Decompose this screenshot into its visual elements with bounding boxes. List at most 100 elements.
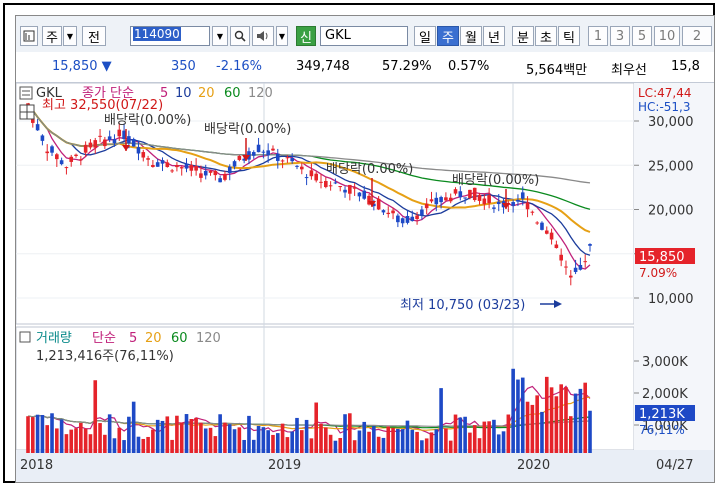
volume-bar — [213, 436, 218, 453]
volume-bar — [146, 436, 150, 453]
volume-bar — [434, 429, 439, 453]
candle-body — [155, 162, 160, 167]
volume-bar — [352, 440, 357, 453]
volume-bar — [280, 423, 285, 453]
volume-bar — [506, 414, 511, 453]
candle-body — [179, 167, 184, 169]
candle-body — [237, 155, 242, 160]
volume-bar — [136, 436, 141, 453]
candle-body — [189, 164, 194, 171]
volume-bar — [568, 416, 573, 453]
period-year-tab[interactable]: 년 — [483, 26, 505, 46]
volume-bar — [122, 440, 126, 453]
volume-bar — [381, 437, 386, 453]
volume-bar — [64, 434, 69, 453]
volume-bar — [35, 414, 40, 453]
volume-bar — [271, 434, 275, 453]
speaker-dropdown-icon[interactable]: ▼ — [276, 26, 288, 46]
volume-bar — [554, 396, 559, 453]
volume-bar — [540, 411, 544, 453]
volume-bar — [112, 438, 117, 453]
price-ma60-label: 60 — [224, 86, 241, 101]
candle-body — [83, 144, 88, 153]
candle-body — [573, 267, 578, 272]
volume-ma5-label: 5 — [129, 331, 137, 346]
volume-bar — [160, 420, 165, 453]
speaker-icon[interactable] — [252, 26, 274, 46]
current-price-tag-text: 15,850 — [639, 250, 685, 265]
volume-bar — [333, 440, 338, 453]
current-price: 15,850 ▼ — [52, 59, 112, 74]
priority-label: 최우선 — [611, 63, 647, 78]
chart-bars-icon — [23, 30, 35, 42]
candle-body — [343, 189, 347, 193]
interval-more-button[interactable]: 2 — [682, 26, 712, 46]
period-minute-tab[interactable]: 분 — [512, 26, 534, 46]
candle-body — [170, 170, 174, 172]
candle-body — [266, 150, 270, 156]
candle-body — [410, 216, 415, 222]
chevron-down-icon[interactable]: ▼ — [63, 26, 77, 46]
volume-bar — [151, 429, 155, 453]
volume-bar — [285, 437, 290, 453]
volume-bar — [83, 428, 88, 453]
candle-body — [588, 244, 592, 246]
period-day-tab[interactable]: 일 — [414, 26, 436, 46]
volume-bar — [444, 428, 448, 453]
volume-bar — [525, 401, 530, 453]
volume-ratio: 57.29% — [382, 59, 432, 74]
volume-bar — [295, 417, 299, 453]
stock-name-field[interactable]: GKL — [320, 26, 408, 46]
candle-body — [420, 209, 424, 216]
dividend-label: 배당락(0.00%) — [104, 113, 191, 128]
search-icon[interactable] — [230, 26, 250, 46]
stock-code-input[interactable]: 114090 — [130, 26, 210, 46]
period-week-tab[interactable]: 주 — [437, 26, 459, 46]
volume-bar — [492, 419, 496, 453]
candle-body — [564, 266, 568, 268]
interval-10-button[interactable]: 10 — [654, 26, 680, 46]
stock-type-select[interactable]: 주 — [42, 26, 62, 46]
x-axis-right-date: 04/27 — [656, 458, 693, 473]
candle-body — [559, 254, 563, 261]
volume-bar — [396, 428, 400, 453]
candle-body — [199, 173, 203, 178]
candle-body — [136, 147, 141, 154]
volume-panel-menu-icon[interactable] — [19, 331, 31, 343]
candle-body — [304, 177, 309, 179]
chart-menu-icon[interactable] — [20, 26, 38, 46]
candle-body — [261, 151, 266, 153]
volume-bar — [208, 427, 213, 453]
volume-ma120-label: 120 — [196, 331, 221, 346]
volume-bar — [261, 427, 266, 453]
volume-bar — [496, 434, 501, 453]
volume-bar — [520, 377, 525, 453]
turnover-ratio: 0.57% — [448, 59, 490, 74]
volume-bar — [237, 427, 242, 453]
stock-chart[interactable]: 30,00025,00020,00010,0003,000K2,000K1,00… — [16, 82, 715, 483]
volume-bar — [391, 427, 395, 453]
period-second-tab[interactable]: 초 — [535, 26, 557, 46]
candle-body — [251, 152, 256, 156]
period-tick-tab[interactable]: 틱 — [558, 26, 580, 46]
price-axis-tick-label: 30,000 — [648, 115, 694, 130]
candle-body — [160, 160, 165, 164]
interval-3-button[interactable]: 3 — [610, 26, 630, 46]
interval-5-button[interactable]: 5 — [632, 26, 652, 46]
panel-menu-icon[interactable] — [19, 86, 33, 100]
code-dropdown-icon[interactable]: ▼ — [212, 26, 228, 46]
hc-label: HC:-51,3 — [638, 100, 691, 114]
price-change-pct: -2.16% — [216, 59, 262, 74]
prev-button[interactable]: 전 — [82, 26, 106, 46]
candle-body — [362, 190, 367, 199]
volume-axis-tick-label: 2,000K — [642, 387, 688, 402]
new-badge[interactable]: 신 — [296, 26, 316, 46]
period-month-tab[interactable]: 월 — [460, 26, 482, 46]
volume-bar — [117, 427, 122, 453]
candle-body — [444, 197, 448, 201]
interval-1-button[interactable]: 1 — [588, 26, 608, 46]
volume-bar — [223, 422, 227, 453]
volume-bar — [362, 421, 367, 453]
dividend-label: 배당락(0.00%) — [452, 173, 539, 188]
volume-bar — [232, 429, 237, 453]
